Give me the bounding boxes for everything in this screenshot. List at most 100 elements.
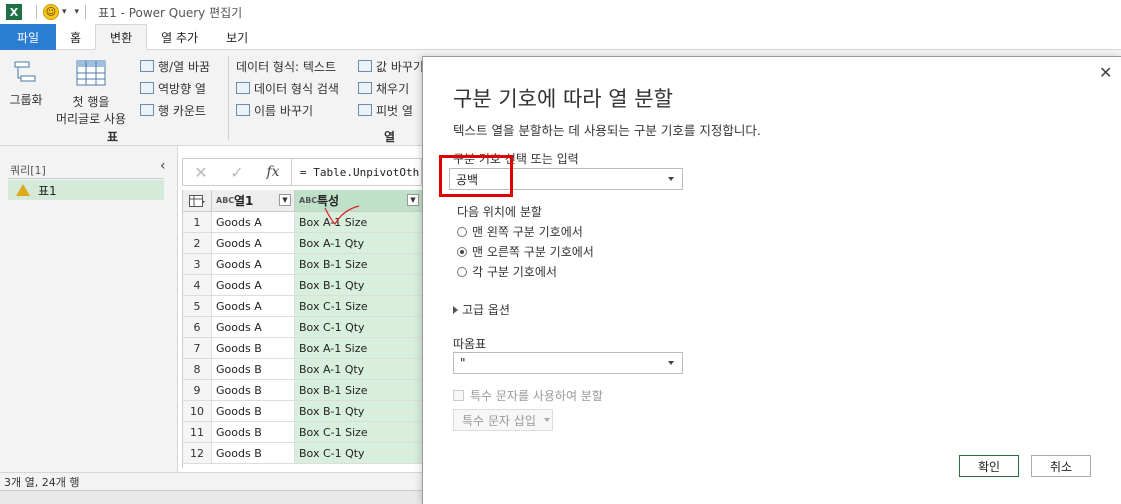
cell-attribute[interactable]: Box C-1 Qty — [295, 317, 422, 338]
data-type-dropdown[interactable]: 데이터 형식: 텍스트 — [236, 56, 336, 76]
cell-attribute[interactable]: Box A-1 Size — [295, 338, 422, 359]
cell-attribute[interactable]: Box A-1 Qty — [295, 359, 422, 380]
radio-label: 맨 오른쪽 구분 기호에서 — [472, 245, 594, 259]
cell-col1[interactable]: Goods B — [212, 359, 295, 380]
cell-col1[interactable]: Goods B — [212, 338, 295, 359]
ok-button[interactable]: 확인 — [959, 455, 1019, 477]
smiley-dropdown-icon[interactable]: ▾ — [62, 7, 67, 17]
row-number[interactable]: 7 — [183, 338, 212, 359]
row-number[interactable]: 1 — [183, 212, 212, 233]
count-rows-label: 행 카운트 — [158, 103, 206, 118]
cell-col1[interactable]: Goods B — [212, 443, 295, 464]
transpose-button[interactable]: 행/열 바꿈 — [140, 56, 210, 76]
fill-label: 채우기 — [376, 81, 410, 96]
filter-dropdown-icon[interactable]: ▼ — [407, 194, 419, 206]
rename-button[interactable]: 이름 바꾸기 — [236, 100, 313, 120]
close-icon[interactable]: ✕ — [1099, 63, 1112, 82]
quick-access-dropdown-icon[interactable]: ▾ — [75, 7, 80, 17]
cell-attribute[interactable]: Box B-1 Size — [295, 254, 422, 275]
split-at-label: 다음 위치에 분할 — [457, 205, 542, 219]
fx-icon[interactable]: fx — [255, 164, 291, 180]
transpose-icon — [140, 60, 154, 72]
radio-rightmost[interactable]: 맨 오른쪽 구분 기호에서 — [457, 243, 594, 260]
row-number[interactable]: 3 — [183, 254, 212, 275]
group-by-button[interactable]: 그룹화 — [6, 60, 46, 108]
cell-attribute[interactable]: Box B-1 Qty — [295, 275, 422, 296]
cell-col1[interactable]: Goods B — [212, 422, 295, 443]
collapse-pane-icon[interactable]: ‹ — [160, 158, 166, 174]
row-number[interactable]: 10 — [183, 401, 212, 422]
use-first-row-as-headers-button[interactable]: 첫 행을 머리글로 사용 — [48, 60, 134, 127]
tab-file[interactable]: 파일 — [0, 24, 56, 50]
formula-bar: ✕ ✓ fx = Table.UnpivotOth — [182, 158, 422, 186]
smiley-icon[interactable]: ☺ — [43, 4, 59, 20]
table-row: 12 Goods B Box C-1 Qty — [183, 443, 422, 464]
table-menu-button[interactable] — [183, 190, 212, 212]
group-by-label: 그룹화 — [9, 93, 43, 107]
expand-icon — [453, 305, 458, 314]
tab-home[interactable]: 홈 — [56, 24, 95, 50]
row-number[interactable]: 8 — [183, 359, 212, 380]
insert-special-char-button[interactable]: 특수 문자 삽입 — [453, 409, 553, 431]
excel-icon: X — [6, 4, 22, 20]
pivot-icon — [358, 104, 372, 116]
tab-transform[interactable]: 변환 — [95, 24, 148, 50]
detect-data-type-button[interactable]: 데이터 형식 검색 — [236, 78, 339, 98]
cell-attribute[interactable]: Box A-1 Qty — [295, 233, 422, 254]
row-number[interactable]: 6 — [183, 317, 212, 338]
advanced-options-label: 고급 옵션 — [462, 303, 510, 317]
cell-col1[interactable]: Goods A — [212, 254, 295, 275]
cell-col1[interactable]: Goods A — [212, 296, 295, 317]
replace-values-button[interactable]: 값 바꾸기 — [358, 56, 424, 76]
radio-leftmost[interactable]: 맨 왼쪽 구분 기호에서 — [457, 223, 583, 240]
cell-attribute[interactable]: Box B-1 Size — [295, 380, 422, 401]
table-row: 6 Goods A Box C-1 Qty — [183, 317, 422, 338]
replace-icon — [358, 60, 372, 72]
tab-add-column[interactable]: 열 추가 — [147, 24, 212, 50]
quote-select[interactable]: " — [453, 352, 683, 374]
cancel-button[interactable]: 취소 — [1031, 455, 1091, 477]
special-chars-checkbox[interactable]: 특수 문자를 사용하여 분할 — [453, 387, 603, 404]
column-header-col1[interactable]: ABC 열1 ▼ — [212, 190, 295, 212]
cell-col1[interactable]: Goods A — [212, 212, 295, 233]
row-number[interactable]: 5 — [183, 296, 212, 317]
cancel-formula-icon[interactable]: ✕ — [183, 163, 219, 182]
row-number[interactable]: 9 — [183, 380, 212, 401]
fill-button[interactable]: 채우기 — [358, 78, 409, 98]
count-rows-icon — [140, 104, 154, 116]
separator — [85, 5, 87, 19]
cell-col1[interactable]: Goods A — [212, 275, 295, 296]
advanced-options-toggle[interactable]: 고급 옵션 — [453, 301, 510, 318]
fill-icon — [358, 82, 372, 94]
data-type-label: 데이터 형식: 텍스트 — [236, 59, 336, 74]
table-row: 3 Goods A Box B-1 Size — [183, 254, 422, 275]
table-row: 7 Goods B Box A-1 Size — [183, 338, 422, 359]
table-row: 1 Goods A Box A-1 Size — [183, 212, 422, 233]
cell-col1[interactable]: Goods A — [212, 233, 295, 254]
radio-each[interactable]: 각 구분 기호에서 — [457, 263, 557, 280]
column-name: 열1 — [234, 194, 254, 208]
cell-col1[interactable]: Goods B — [212, 380, 295, 401]
row-number[interactable]: 12 — [183, 443, 212, 464]
row-number[interactable]: 4 — [183, 275, 212, 296]
first-row-label-1: 첫 행을 — [72, 95, 110, 109]
reverse-rows-button[interactable]: 역방향 열 — [140, 78, 206, 98]
warning-icon — [16, 184, 30, 196]
query-item-table1[interactable]: 표1 — [8, 180, 164, 200]
cell-attribute[interactable]: Box C-1 Size — [295, 296, 422, 317]
tab-view[interactable]: 보기 — [212, 24, 262, 50]
confirm-formula-icon[interactable]: ✓ — [219, 163, 255, 182]
cell-attribute[interactable]: Box B-1 Qty — [295, 401, 422, 422]
row-number[interactable]: 2 — [183, 233, 212, 254]
cell-col1[interactable]: Goods B — [212, 401, 295, 422]
count-rows-button[interactable]: 행 카운트 — [140, 100, 206, 120]
pivot-column-button[interactable]: 피벗 열 — [358, 100, 413, 120]
dialog-description: 텍스트 열을 분할하는 데 사용되는 구분 기호를 지정합니다. — [453, 123, 761, 138]
row-number[interactable]: 11 — [183, 422, 212, 443]
cell-attribute[interactable]: Box C-1 Size — [295, 422, 422, 443]
cell-attribute[interactable]: Box C-1 Qty — [295, 443, 422, 464]
special-chars-label: 특수 문자를 사용하여 분할 — [470, 389, 603, 403]
cell-col1[interactable]: Goods A — [212, 317, 295, 338]
formula-input[interactable]: = Table.UnpivotOth — [291, 159, 421, 185]
filter-dropdown-icon[interactable]: ▼ — [279, 194, 291, 206]
